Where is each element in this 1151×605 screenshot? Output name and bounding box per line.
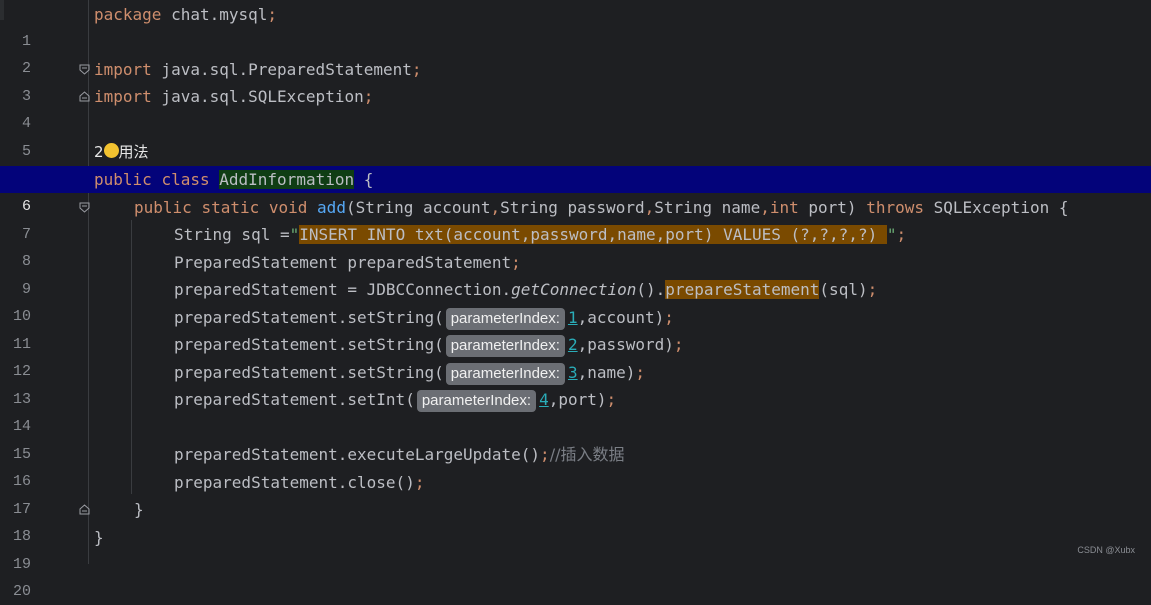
fold-close-icon[interactable] bbox=[79, 504, 90, 515]
call-args: ,account) bbox=[577, 308, 665, 327]
code-line[interactable]: 17 preparedStatement.close(); bbox=[0, 469, 1151, 518]
param: (String account bbox=[345, 198, 491, 217]
semicolon: ; bbox=[867, 280, 878, 299]
usage-label: 用法 bbox=[118, 143, 149, 161]
semicolon: ; bbox=[635, 363, 646, 382]
call-args: ,port) bbox=[548, 390, 607, 409]
parameter-hint: parameterIndex: bbox=[416, 389, 537, 412]
import-path: java.sql.SQLException bbox=[151, 87, 364, 106]
usage-count: 2 bbox=[94, 143, 104, 161]
param: String name bbox=[654, 198, 761, 217]
keyword: import bbox=[94, 87, 152, 106]
comment: //插入数据 bbox=[549, 445, 625, 464]
code-line[interactable]: 16 preparedStatement.executeLargeUpdate(… bbox=[0, 441, 1151, 490]
code-line[interactable]: 10 preparedStatement = JDBCConnection.ge… bbox=[0, 276, 1151, 325]
exception-type: SQLException { bbox=[923, 198, 1069, 217]
code-line[interactable]: 11 preparedStatement.setString(parameter… bbox=[0, 304, 1151, 353]
keyword: class bbox=[161, 170, 210, 189]
sql-string: INSERT INTO txt(account,password,name,po… bbox=[299, 225, 887, 244]
code-line[interactable]: 13 preparedStatement.setString(parameter… bbox=[0, 359, 1151, 408]
keyword: void bbox=[268, 198, 308, 217]
code-line[interactable]: 8 String sql ="INSERT INTO txt(account,p… bbox=[0, 221, 1151, 270]
line-number: 5 bbox=[21, 143, 31, 160]
fold-close-icon[interactable] bbox=[79, 91, 90, 102]
assignment: preparedStatement = JDBCConnection. bbox=[174, 280, 512, 299]
number-literal: 3 bbox=[567, 363, 578, 382]
keyword: int bbox=[769, 198, 799, 217]
keyword: package bbox=[94, 5, 162, 24]
code-line[interactable]: 12 preparedStatement.setString(parameter… bbox=[0, 331, 1151, 380]
semicolon: ; bbox=[411, 60, 422, 79]
lightbulb-icon[interactable] bbox=[103, 143, 119, 158]
call-parens: (). bbox=[636, 280, 666, 299]
call-args: (sql) bbox=[819, 280, 868, 299]
semicolon: ; bbox=[673, 335, 684, 354]
quote: " bbox=[289, 225, 300, 244]
code-line[interactable]: 14 preparedStatement.setInt(parameterInd… bbox=[0, 386, 1151, 435]
watermark: CSDN @Xubx bbox=[1077, 545, 1135, 555]
semicolon: ; bbox=[606, 390, 617, 409]
class-name: AddInformation bbox=[219, 170, 355, 189]
close-brace: } bbox=[134, 500, 144, 519]
keyword: throws bbox=[866, 198, 924, 217]
method-call: preparedStatement.close() bbox=[174, 473, 415, 492]
code-line[interactable]: 9 PreparedStatement preparedStatement; bbox=[0, 249, 1151, 298]
number-literal: 2 bbox=[567, 335, 578, 354]
semicolon: ; bbox=[414, 473, 425, 492]
declaration: String sql = bbox=[174, 225, 290, 244]
code-line-current[interactable]: 6 public class AddInformation { bbox=[0, 166, 1151, 215]
semicolon: ; bbox=[896, 225, 907, 244]
code-line[interactable]: 18 } bbox=[0, 496, 1151, 545]
parameter-hint: parameterIndex: bbox=[445, 307, 565, 330]
method-call: preparedStatement.setString( bbox=[174, 363, 444, 382]
number-literal: 1 bbox=[567, 308, 578, 327]
keyword: import bbox=[94, 60, 152, 79]
call-args: ,password) bbox=[577, 335, 674, 354]
code-line[interactable]: 3 import java.sql.PreparedStatement; bbox=[0, 56, 1151, 105]
package-name: chat.mysql bbox=[161, 5, 268, 24]
declaration: PreparedStatement preparedStatement bbox=[174, 253, 512, 272]
code-line[interactable]: 15 bbox=[0, 414, 1151, 463]
code-line[interactable]: 1 package chat.mysql; bbox=[0, 1, 1151, 50]
method-name: add bbox=[317, 198, 346, 217]
code-line[interactable]: 20 bbox=[0, 551, 1151, 600]
fold-open-icon[interactable] bbox=[79, 64, 90, 75]
semicolon: ; bbox=[664, 308, 674, 327]
param: port) bbox=[798, 198, 867, 217]
keyword: public bbox=[134, 198, 192, 217]
comma: , bbox=[644, 198, 655, 217]
method-call: preparedStatement.setInt( bbox=[174, 390, 415, 409]
semicolon: ; bbox=[540, 445, 550, 464]
brace: { bbox=[354, 170, 374, 189]
keyword: public bbox=[94, 170, 152, 189]
number-literal: 4 bbox=[539, 390, 549, 409]
semicolon: ; bbox=[511, 253, 521, 272]
code-line[interactable]: 7 public static void add(String account,… bbox=[0, 194, 1151, 243]
usage-hint[interactable]: 2 用法 bbox=[94, 139, 149, 166]
comma: , bbox=[490, 198, 501, 217]
keyword: static bbox=[201, 198, 260, 217]
close-brace: } bbox=[94, 528, 104, 547]
line-number: 20 bbox=[12, 583, 31, 600]
param: String password bbox=[500, 198, 645, 217]
code-line[interactable]: 4 import java.sql.SQLException; bbox=[0, 83, 1151, 132]
parameter-hint: parameterIndex: bbox=[445, 362, 565, 385]
import-path: java.sql.PreparedStatement bbox=[151, 60, 412, 79]
code-line[interactable]: 19 } bbox=[0, 524, 1151, 573]
parameter-hint: parameterIndex: bbox=[445, 334, 565, 357]
code-line[interactable]: 5 bbox=[0, 111, 1151, 160]
method-call-highlighted: prepareStatement bbox=[665, 280, 820, 299]
semicolon: ; bbox=[267, 5, 278, 24]
comma: , bbox=[760, 198, 770, 217]
semicolon: ; bbox=[363, 87, 374, 106]
method-call: preparedStatement.setString( bbox=[174, 308, 444, 327]
method-call: preparedStatement.setString( bbox=[174, 335, 444, 354]
fold-open-icon[interactable] bbox=[79, 202, 90, 213]
code-line[interactable]: 2 bbox=[0, 28, 1151, 77]
call-args: ,name) bbox=[577, 363, 636, 382]
method-call: preparedStatement.executeLargeUpdate() bbox=[174, 445, 541, 464]
static-call: getConnection bbox=[511, 280, 637, 299]
